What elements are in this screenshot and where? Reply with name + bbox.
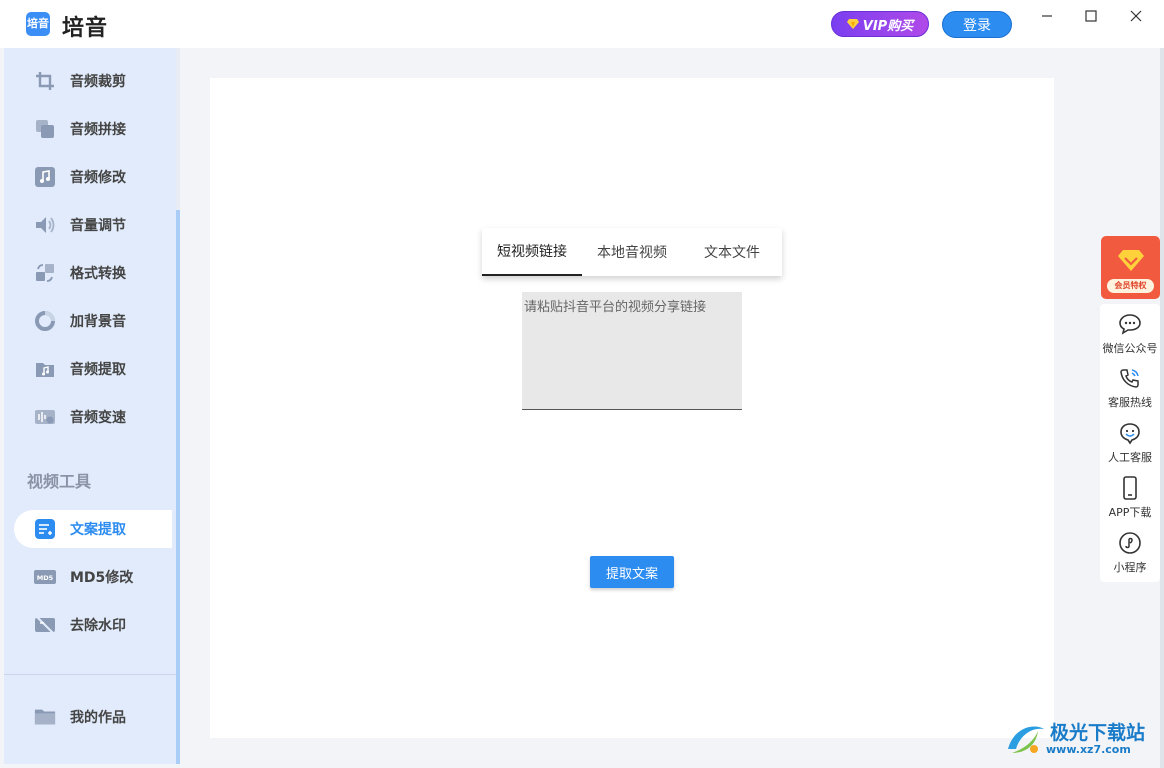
tab-text-file[interactable]: 文本文件 <box>682 228 782 276</box>
watermark-url: www.xz7.com <box>1046 742 1131 756</box>
app-download-button[interactable]: APP下载 <box>1100 476 1160 528</box>
app-title: 培音 <box>62 16 109 41</box>
ring-icon <box>34 310 56 332</box>
site-watermark: 极光下载站 www.xz7.com <box>1004 716 1156 762</box>
sidebar-item-label: 音频裁剪 <box>70 74 126 90</box>
human-service-button[interactable]: 人工客服 <box>1100 421 1160 473</box>
svg-text:MD5: MD5 <box>37 574 54 582</box>
mobile-icon <box>1118 476 1142 500</box>
watermark-remove-icon <box>34 614 56 636</box>
extract-text-label: 提取文案 <box>605 566 658 582</box>
sidebar-item-md5[interactable]: MD5 MD5修改 <box>14 558 172 596</box>
sidebar-item-volume[interactable]: 音量调节 <box>14 206 172 244</box>
music-note-icon <box>34 166 56 188</box>
sidebar-item-label: 音频变速 <box>70 410 126 426</box>
crop-icon <box>34 70 56 92</box>
member-privilege-badge: 会员特权 <box>1107 279 1154 293</box>
wechat-official-account-button[interactable]: 微信公众号 <box>1100 312 1160 364</box>
music-folder-icon <box>34 358 56 380</box>
copy-icon <box>34 118 56 140</box>
mini-program-button[interactable]: 小程序 <box>1100 531 1160 583</box>
sidebar-item-audio-crop[interactable]: 音频裁剪 <box>14 62 172 100</box>
right-service-panel: 微信公众号 客服热线 人工客服 APP下载 小程序 <box>1100 304 1160 582</box>
speaker-icon <box>34 214 56 236</box>
minimize-button[interactable] <box>1027 4 1067 28</box>
sidebar-item-label: 音量调节 <box>70 218 126 234</box>
sidebar-item-audio-join[interactable]: 音频拼接 <box>14 110 172 148</box>
video-link-input[interactable] <box>522 292 742 410</box>
sidebar-item-label: 加背景音 <box>70 314 126 330</box>
sidebar-item-format-convert[interactable]: 格式转换 <box>14 254 172 292</box>
phone-icon <box>1118 366 1142 390</box>
watermark-text: 极光下载站 <box>1050 721 1146 744</box>
sidebar-item-audio-speed[interactable]: 音频变速 <box>14 398 172 436</box>
tab-short-video-link[interactable]: 短视频链接 <box>482 228 582 276</box>
sidebar-divider <box>4 674 176 675</box>
sidebar-item-audio-edit[interactable]: 音频修改 <box>14 158 172 196</box>
vip-purchase-button[interactable]: VIP购买 <box>831 11 929 37</box>
side-item-label: 微信公众号 <box>1102 342 1158 355</box>
extract-text-button[interactable]: 提取文案 <box>590 556 674 588</box>
side-item-label: 小程序 <box>1113 561 1147 574</box>
sidebar-scrollbar[interactable] <box>176 48 180 764</box>
sidebar-item-label: 音频拼接 <box>70 122 126 138</box>
wechat-chat-icon <box>1118 312 1142 336</box>
vip-purchase-label: VIP购买 <box>862 18 914 34</box>
tab-local-media[interactable]: 本地音视频 <box>582 228 682 276</box>
sidebar-item-add-bgm[interactable]: 加背景音 <box>14 302 172 340</box>
sidebar-item-label: 文案提取 <box>70 522 126 538</box>
sidebar-item-text-extract[interactable]: 文案提取 <box>14 510 172 548</box>
md5-icon: MD5 <box>34 566 56 588</box>
sidebar-item-label: 音频提取 <box>70 362 126 378</box>
mini-program-icon <box>1118 531 1142 555</box>
section-title-video-tools: 视频工具 <box>27 472 92 491</box>
maximize-icon <box>1085 10 1097 22</box>
sidebar-item-my-works[interactable]: 我的作品 <box>14 698 172 736</box>
login-button[interactable]: 登录 <box>942 11 1012 38</box>
source-tabs: 短视频链接 本地音视频 文本文件 <box>482 228 782 276</box>
diamond-icon <box>846 19 859 29</box>
sidebar-item-label: 我的作品 <box>70 710 126 726</box>
maximize-button[interactable] <box>1071 4 1111 28</box>
diamond-icon <box>1118 250 1144 271</box>
aurora-logo-icon <box>1008 726 1044 753</box>
close-button[interactable] <box>1116 4 1156 28</box>
folder-icon <box>34 706 56 728</box>
side-item-label: 客服热线 <box>1108 396 1152 409</box>
minimize-icon <box>1042 15 1052 17</box>
title-bar: 培音 培音 VIP购买 登录 <box>0 0 1164 48</box>
member-privilege-button[interactable]: 会员特权 <box>1101 236 1160 299</box>
waveform-speed-icon <box>34 406 56 428</box>
sidebar-item-label: 音频修改 <box>70 170 126 186</box>
sidebar-item-audio-extract[interactable]: 音频提取 <box>14 350 172 388</box>
close-icon <box>1130 10 1142 22</box>
service-hotline-button[interactable]: 客服热线 <box>1100 366 1160 418</box>
format-convert-icon <box>34 262 56 284</box>
scrollbar-thumb[interactable] <box>176 210 180 764</box>
sidebar-item-label: MD5修改 <box>70 570 134 586</box>
document-extract-icon <box>34 518 56 540</box>
sidebar-item-label: 格式转换 <box>70 266 126 282</box>
side-item-label: APP下载 <box>1108 506 1152 519</box>
app-logo-icon: 培音 <box>26 12 50 36</box>
sidebar-item-label: 去除水印 <box>70 618 126 634</box>
window-right-edge <box>1160 48 1164 768</box>
customer-service-icon <box>1118 421 1142 445</box>
sidebar-item-remove-watermark[interactable]: 去除水印 <box>14 606 172 644</box>
login-label: 登录 <box>963 17 991 34</box>
side-item-label: 人工客服 <box>1108 451 1152 464</box>
